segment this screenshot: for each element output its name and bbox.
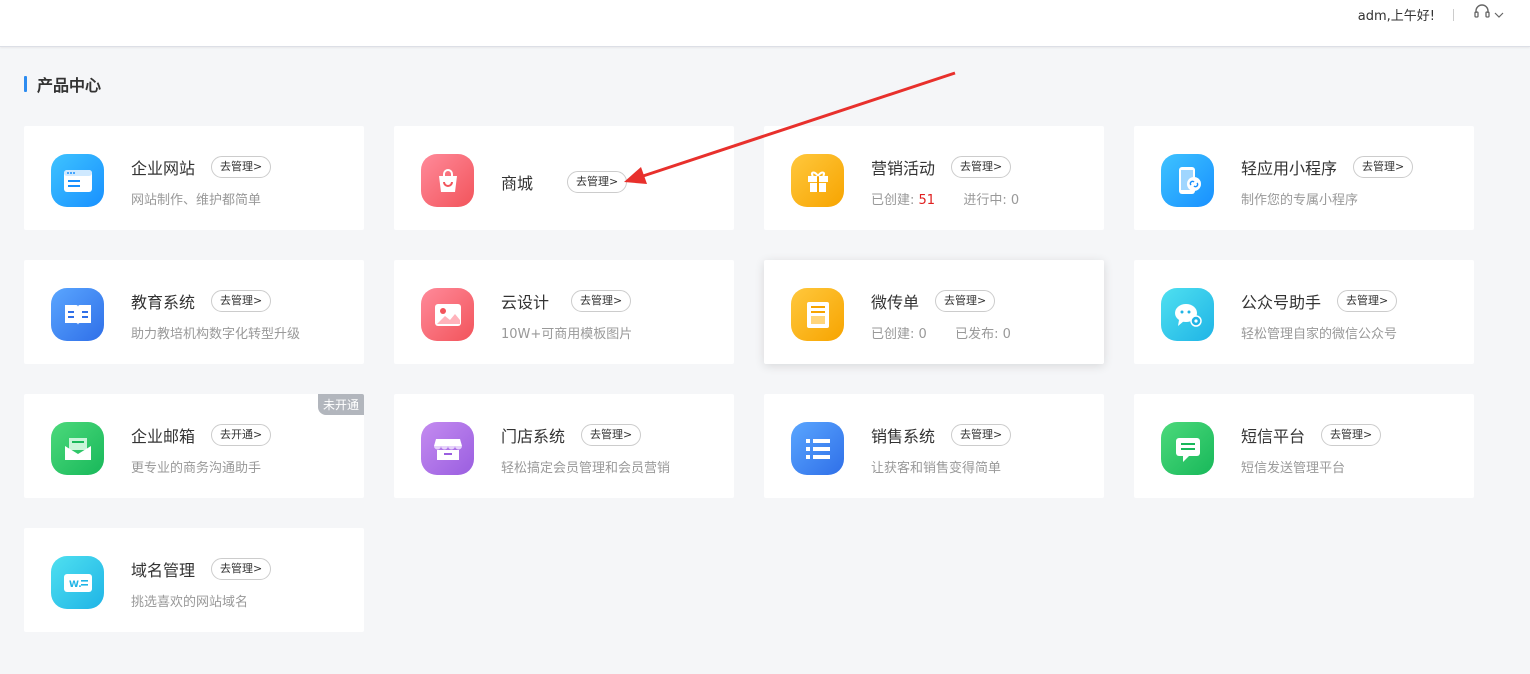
product-title: 微传单 xyxy=(871,293,920,312)
product-title: 门店系统 xyxy=(501,427,566,446)
product-name: 企业邮箱 去开通> xyxy=(131,423,272,447)
storefront-icon xyxy=(421,422,474,475)
product-name: 营销活动 去管理> xyxy=(871,155,1012,179)
product-desc: 助力教培机构数字化转型升级 xyxy=(131,327,301,342)
product-title: 公众号助手 xyxy=(1241,293,1322,312)
manage-button[interactable]: 去管理> xyxy=(1321,424,1382,446)
product-title: 营销活动 xyxy=(871,159,936,178)
product-desc: 更专业的商务沟通助手 xyxy=(131,461,262,476)
stat-created-label: 已创建: xyxy=(871,193,915,208)
product-title: 企业网站 xyxy=(131,159,196,178)
product-desc: 短信发送管理平台 xyxy=(1241,461,1346,476)
manage-button[interactable]: 去管理> xyxy=(211,156,272,178)
product-name: 门店系统 去管理> xyxy=(501,423,642,447)
top-bar: adm,上午好! xyxy=(0,0,1530,47)
manage-button[interactable]: 去管理> xyxy=(571,290,632,312)
product-name: 企业网站 去管理> xyxy=(131,155,272,179)
manage-button[interactable]: 去管理> xyxy=(951,424,1012,446)
headset-icon[interactable] xyxy=(1473,3,1491,25)
gift-icon xyxy=(791,154,844,207)
product-title: 商城 xyxy=(501,174,534,193)
product-name: 教育系统 去管理> xyxy=(131,289,272,313)
product-card-mall[interactable]: 商城 去管理> xyxy=(394,126,734,230)
list-icon xyxy=(791,422,844,475)
section-title-text: 产品中心 xyxy=(37,76,102,95)
product-card-miniapp[interactable]: 轻应用小程序 去管理> 制作您的专属小程序 xyxy=(1134,126,1474,230)
product-title: 销售系统 xyxy=(871,427,936,446)
mail-icon xyxy=(51,422,104,475)
svg-text:W.: W. xyxy=(69,580,82,590)
product-card-sms[interactable]: 短信平台 去管理> 短信发送管理平台 xyxy=(1134,394,1474,498)
top-divider xyxy=(1453,9,1454,21)
product-title: 短信平台 xyxy=(1241,427,1306,446)
product-desc: 轻松管理自家的微信公众号 xyxy=(1241,327,1398,342)
not-activated-badge: 未开通 xyxy=(317,394,364,415)
product-name: 公众号助手 去管理> xyxy=(1241,289,1398,313)
manage-button[interactable]: 去管理> xyxy=(1353,156,1414,178)
message-icon xyxy=(1161,422,1214,475)
product-card-education[interactable]: 教育系统 去管理> 助力教培机构数字化转型升级 xyxy=(24,260,364,364)
product-desc: 轻松搞定会员管理和会员营销 xyxy=(501,461,671,476)
product-desc: 网站制作、维护都简单 xyxy=(131,193,262,208)
user-greeting: adm,上午好! xyxy=(1357,9,1435,24)
product-desc: 让获客和销售变得简单 xyxy=(871,461,1002,476)
stat-running-value: 0 xyxy=(1010,193,1020,208)
stat-created-value: 51 xyxy=(918,193,936,208)
product-card-marketing[interactable]: 营销活动 去管理> 已创建: 51 进行中: 0 xyxy=(764,126,1104,230)
stat-created-value: 0 xyxy=(918,327,927,342)
product-name: 销售系统 去管理> xyxy=(871,423,1012,447)
book-icon xyxy=(51,288,104,341)
mini-program-icon xyxy=(1161,154,1214,207)
product-title: 教育系统 xyxy=(131,293,196,312)
domain-tag-icon: W. xyxy=(51,556,104,609)
manage-button[interactable]: 去管理> xyxy=(211,290,272,312)
manage-button[interactable]: 去管理> xyxy=(935,290,996,312)
manage-button[interactable]: 去管理> xyxy=(1337,290,1398,312)
manage-button[interactable]: 去管理> xyxy=(567,171,628,193)
product-stats: 已创建: 51 进行中: 0 xyxy=(871,189,1019,208)
product-title: 云设计 xyxy=(501,293,550,312)
wechat-icon xyxy=(1161,288,1214,341)
product-name: 短信平台 去管理> xyxy=(1241,423,1382,447)
product-desc: 挑选喜欢的网站域名 xyxy=(131,595,249,610)
product-title: 企业邮箱 xyxy=(131,427,196,446)
chevron-down-icon[interactable] xyxy=(1494,5,1504,24)
product-name: 轻应用小程序 去管理> xyxy=(1241,155,1414,179)
product-card-domain[interactable]: W. 域名管理 去管理> 挑选喜欢的网站域名 xyxy=(24,528,364,632)
section-title-marker xyxy=(24,76,27,92)
stat-published-label: 已发布: xyxy=(955,327,999,342)
section-title: 产品中心 xyxy=(24,73,101,95)
support-menu[interactable] xyxy=(1473,3,1504,25)
shopping-bag-icon xyxy=(421,154,474,207)
browser-icon xyxy=(51,154,104,207)
product-name: 商城 去管理> xyxy=(501,170,628,194)
product-card-store[interactable]: 门店系统 去管理> 轻松搞定会员管理和会员营销 xyxy=(394,394,734,498)
stat-created-label: 已创建: xyxy=(871,327,915,342)
stat-published-value: 0 xyxy=(1002,327,1011,342)
product-card-wechat[interactable]: 公众号助手 去管理> 轻松管理自家的微信公众号 xyxy=(1134,260,1474,364)
product-name: 云设计 去管理> xyxy=(501,289,632,313)
stat-running-label: 进行中: xyxy=(963,193,1007,208)
product-card-sales[interactable]: 销售系统 去管理> 让获客和销售变得简单 xyxy=(764,394,1104,498)
product-card-flyer[interactable]: 微传单 去管理> 已创建: 0 已发布: 0 xyxy=(764,260,1104,364)
product-stats: 已创建: 0 已发布: 0 xyxy=(871,323,1011,342)
product-name: 域名管理 去管理> xyxy=(131,557,272,581)
product-title: 域名管理 xyxy=(131,561,196,580)
product-name: 微传单 去管理> xyxy=(871,289,996,313)
product-desc: 10W+可商用模板图片 xyxy=(501,327,633,342)
product-desc: 制作您的专属小程序 xyxy=(1241,193,1359,208)
manage-button[interactable]: 去管理> xyxy=(211,558,272,580)
flyer-icon xyxy=(791,288,844,341)
manage-button[interactable]: 去管理> xyxy=(951,156,1012,178)
product-title: 轻应用小程序 xyxy=(1241,159,1338,178)
product-card-website[interactable]: 企业网站 去管理> 网站制作、维护都简单 xyxy=(24,126,364,230)
product-card-clouddesign[interactable]: 云设计 去管理> 10W+可商用模板图片 xyxy=(394,260,734,364)
product-card-email[interactable]: 未开通 企业邮箱 去开通> 更专业的商务沟通助手 xyxy=(24,394,364,498)
manage-button[interactable]: 去管理> xyxy=(581,424,642,446)
activate-button[interactable]: 去开通> xyxy=(211,424,272,446)
image-icon xyxy=(421,288,474,341)
